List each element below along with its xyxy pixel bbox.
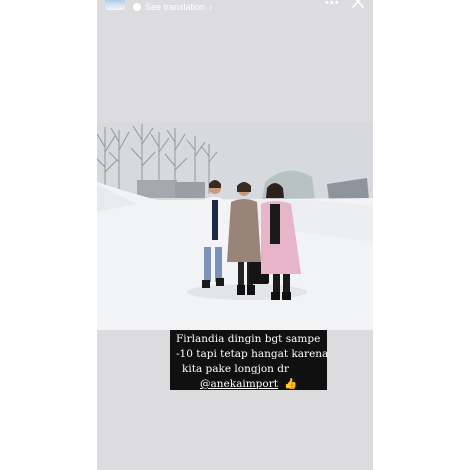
story-viewer[interactable]: See translation › ••• Firlandia dingin b… bbox=[97, 0, 373, 470]
see-translation-label: See translation bbox=[145, 2, 206, 12]
snow-scene-image bbox=[97, 122, 373, 330]
story-header: See translation › ••• bbox=[97, 0, 373, 14]
see-translation-link[interactable]: See translation › bbox=[133, 1, 212, 13]
caption-line-1: Firlandia dingin bgt sampe bbox=[176, 333, 321, 345]
story-photo bbox=[97, 122, 373, 330]
chevron-right-icon: › bbox=[209, 2, 213, 12]
mention-link[interactable]: @anekaimport bbox=[200, 378, 278, 390]
caption-line-4: @anekaimport 👍 bbox=[174, 377, 323, 392]
thumbs-up-emoji: 👍 bbox=[283, 378, 298, 390]
profile-avatar[interactable] bbox=[105, 0, 125, 10]
more-options-button[interactable]: ••• bbox=[325, 0, 340, 9]
close-icon[interactable] bbox=[350, 0, 366, 10]
caption-line-2: -10 tapi tetap hangat karena bbox=[176, 348, 329, 360]
story-caption: Firlandia dingin bgt sampe -10 tapi teta… bbox=[170, 330, 329, 392]
caption-line-3: kita pake longjon dr bbox=[182, 363, 290, 375]
globe-icon bbox=[133, 3, 141, 11]
